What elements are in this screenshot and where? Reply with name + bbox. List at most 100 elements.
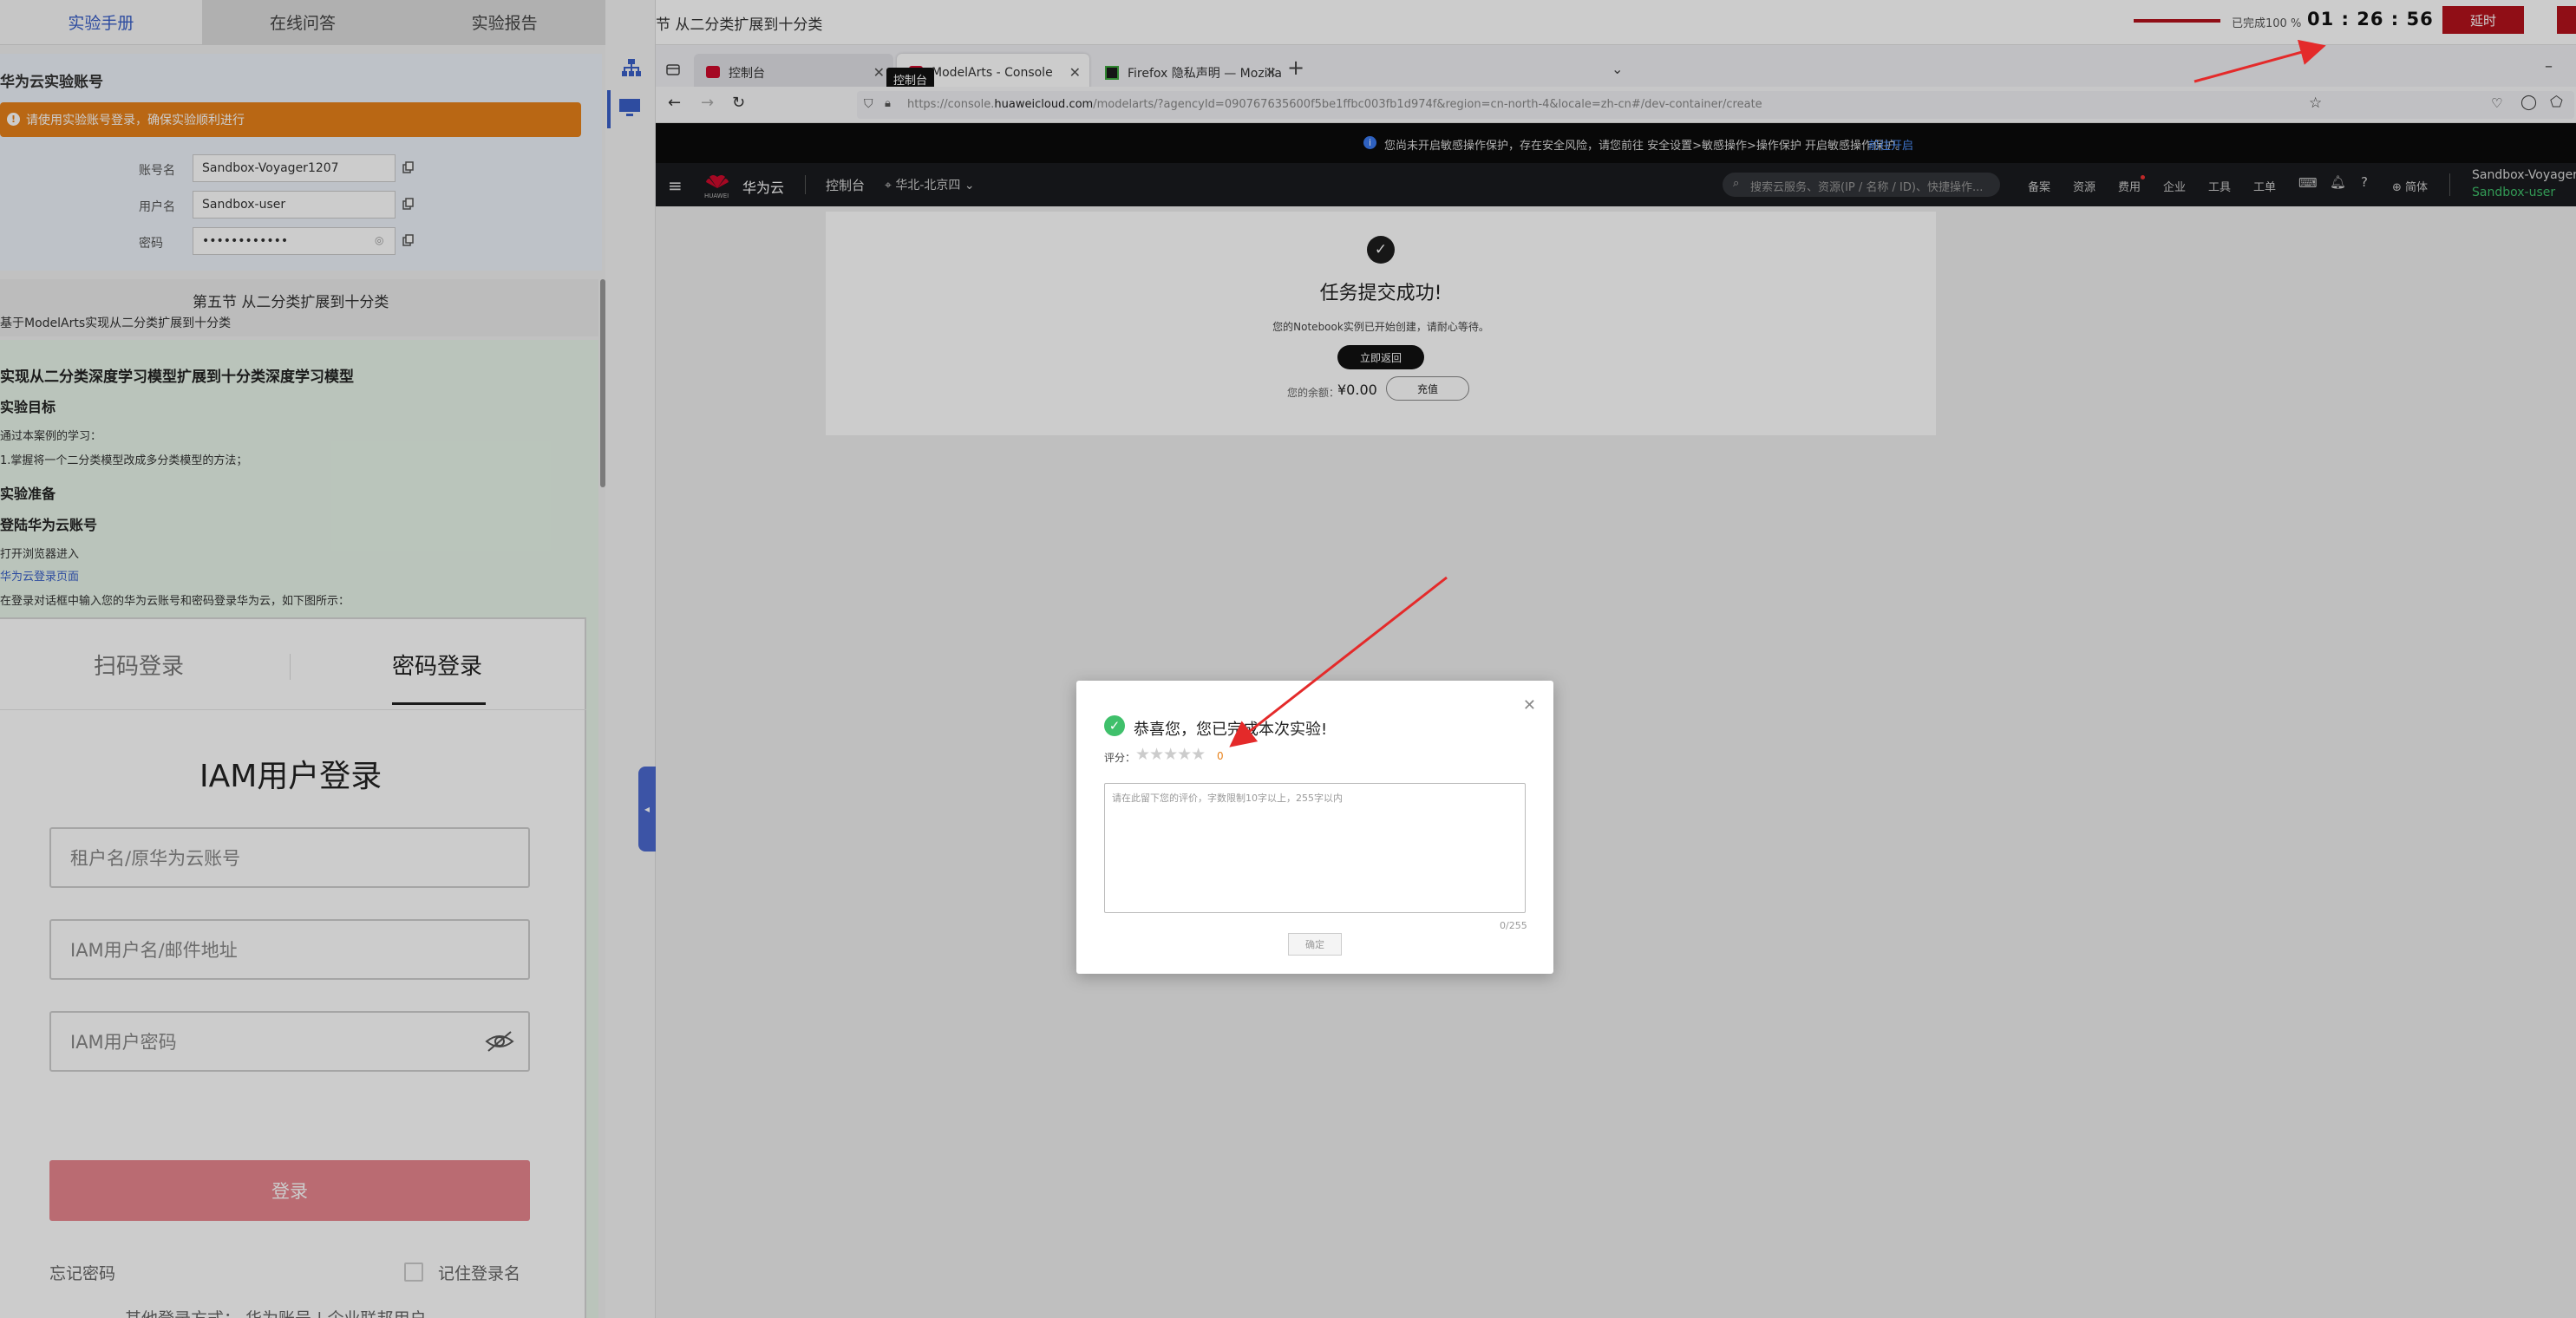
url-prefix: https://console. — [907, 98, 995, 111]
account-value[interactable]: Sandbox-Voyager1207 — [193, 154, 396, 182]
close-tab-icon[interactable]: ✕ — [1069, 64, 1081, 81]
copy-icon[interactable] — [402, 161, 415, 173]
password-value[interactable]: •••••••••••• — [193, 227, 396, 255]
forward-icon[interactable]: → — [701, 94, 714, 112]
return-button[interactable]: 立即返回 — [1337, 345, 1424, 369]
section-header: 第五节 从二分类扩展到十分类 基于ModelArts实现从二分类扩展到十分类 — [0, 279, 598, 336]
feedback-textarea[interactable]: 请在此留下您的评价，字数限制10字以上，255字以内 — [1104, 783, 1526, 913]
tab-border — [0, 709, 586, 710]
nav-filing[interactable]: 备案 — [2028, 178, 2050, 194]
menu-icon[interactable]: ≡ — [668, 175, 683, 196]
completion-dialog: ✕ ✓ 恭喜您，您已完成本次实验! 评分： ★★★★★ 0 请在此留下您的评价，… — [1076, 681, 1553, 974]
login-screenshot: 扫码登录 密码登录 IAM用户登录 租户名/原华为云账号 IAM用户名/邮件地址… — [0, 617, 586, 1318]
side-toolbar: ◂ — [605, 0, 656, 1318]
copy-icon[interactable] — [402, 234, 415, 246]
close-tab-icon[interactable]: ✕ — [1265, 64, 1277, 81]
desktop-icon[interactable] — [618, 97, 642, 118]
terminal-icon[interactable]: ⌨ — [2298, 175, 2318, 191]
nav-bar: ← → ↻ ⛉ 🔒︎ https://console.huaweicloud.c… — [656, 87, 2576, 123]
password-label: 密码 — [139, 237, 163, 251]
goal-intro: 通过本案例的学习： — [0, 430, 102, 443]
eye-off-icon — [485, 1030, 514, 1053]
success-title: 任务提交成功! — [1319, 283, 1442, 304]
copy-icon[interactable] — [402, 198, 415, 210]
iam-user-field: IAM用户名/邮件地址 — [49, 919, 530, 980]
tab-list-chevron-icon[interactable]: ⌄ — [1612, 61, 1623, 77]
url-bar[interactable]: ⛉ 🔒︎ https://console.huaweicloud.com/mod… — [857, 91, 2574, 119]
login-button: 登录 — [49, 1160, 530, 1221]
end-button[interactable] — [2557, 6, 2576, 34]
nav-enterprise[interactable]: 企业 — [2163, 178, 2186, 194]
warning-banner: ! 请使用实验账号登录，确保实验顺利进行 — [0, 102, 581, 137]
url-suffix: /modelarts/?agencyId=090767635600f5be1ff… — [1093, 98, 1762, 111]
browser-window: 控制台 ✕ ModelArts - Console ✕ Firefox 隐私声明… — [656, 45, 2576, 1318]
tab-password-login: 密码登录 — [392, 654, 483, 680]
login-page-link[interactable]: 华为云登录页面 — [0, 567, 79, 584]
console-link[interactable]: 控制台 — [826, 176, 865, 194]
nav-tools[interactable]: 工具 — [2208, 178, 2231, 194]
warning-icon: ! — [7, 113, 20, 126]
rating-stars[interactable]: ★★★★★ — [1135, 745, 1206, 764]
tab-online-qa[interactable]: 在线问答 — [201, 0, 404, 44]
nav-billing[interactable]: 费用 — [2118, 178, 2141, 194]
recharge-button[interactable]: 充值 — [1386, 376, 1469, 401]
bell-icon[interactable]: 🔔︎ — [2330, 174, 2346, 190]
org-chart-icon[interactable] — [621, 57, 642, 78]
back-icon[interactable]: ← — [668, 94, 681, 112]
content-heading: 实现从二分类深度学习模型扩展到十分类深度学习模型 — [0, 369, 354, 386]
close-tab-icon[interactable]: ✕ — [873, 64, 885, 81]
bookmark-star-icon[interactable]: ☆ — [2309, 95, 2322, 112]
balance-amount: ¥0.00 — [1337, 382, 1377, 398]
login-title: IAM用户登录 — [199, 759, 382, 794]
minimize-icon[interactable]: – — [2545, 57, 2553, 75]
confirm-button[interactable]: 确定 — [1288, 933, 1342, 956]
new-tab-icon[interactable]: + — [1287, 55, 1304, 80]
tab-lab-report[interactable]: 实验报告 — [403, 0, 606, 44]
tab-divider — [290, 654, 291, 680]
brand-sub: HUAWEI — [704, 192, 729, 199]
progress-label: 已完成100 % — [2232, 17, 2302, 30]
other-login-methods: 其他登录方式： 华为账号 | 企业联邦用户 — [125, 1306, 427, 1318]
reload-icon[interactable]: ↻ — [732, 94, 745, 112]
account-icon[interactable]: ◯ — [2520, 94, 2537, 111]
balance-label: 您的余额： — [1287, 387, 1340, 399]
nav-tickets[interactable]: 工单 — [2253, 178, 2276, 194]
region-selector[interactable]: ⌖ 华北-北京四 ⌄ — [885, 176, 975, 193]
security-notice-bar: i 您尚未开启敏感操作保护，存在安全风险，请您前往 安全设置>敏感操作>操作保护… — [656, 123, 2576, 163]
notice-link[interactable]: 前往开启 — [1868, 136, 1913, 153]
lab-header: 第五节 从二分类扩展到十分类 已完成100 % 01 : 26 : 56 延时 — [605, 0, 2576, 45]
progress-fill — [2134, 19, 2220, 23]
close-icon[interactable]: ✕ — [1523, 696, 1536, 714]
goal-item: 1.掌握将一个二分类模型改成多分类模型的方法； — [0, 454, 248, 467]
char-counter: 0/255 — [1500, 920, 1527, 931]
tab-overview-icon[interactable] — [666, 62, 680, 76]
browser-tab-title: ModelArts - Console — [932, 66, 1053, 80]
extensions-icon[interactable]: ⬠ — [2550, 94, 2563, 111]
mozilla-favicon — [1105, 66, 1119, 80]
extend-button[interactable]: 延时 — [2442, 6, 2524, 34]
lab-manual-panel: 华为云实验账号 ! 请使用实验账号登录，确保实验顺利进行 账号名 Sandbox… — [0, 45, 605, 1318]
console-search[interactable]: ⌕ 搜索云服务、资源(IP / 名称 / ID)、快捷操作... — [1723, 173, 2000, 197]
url-text: https://console.huaweicloud.com/modelart… — [907, 98, 1762, 111]
pocket-icon[interactable]: ♡ — [2491, 95, 2502, 111]
eye-icon[interactable]: ◎ — [375, 234, 383, 246]
tab-lab-manual[interactable]: 实验手册 — [0, 0, 202, 44]
huawei-logo[interactable] — [704, 172, 730, 189]
shield-icon[interactable]: ⛉ — [864, 97, 873, 111]
manual-tabs: 实验手册 在线问答 实验报告 — [0, 0, 606, 45]
nav-resources[interactable]: 资源 — [2073, 178, 2095, 194]
login-heading: 登陆华为云账号 — [0, 517, 98, 533]
account-heading: 华为云实验账号 — [0, 74, 103, 91]
section-title: 第五节 从二分类扩展到十分类 — [193, 294, 389, 311]
help-icon[interactable]: ? — [2361, 174, 2368, 190]
console-header: ≡ HUAWEI 华为云 控制台 ⌖ 华北-北京四 ⌄ ⌕ 搜索云服务、资源(I… — [656, 163, 2576, 206]
progress-bar — [2134, 19, 2220, 23]
account-name[interactable]: Sandbox-Voyager1 — [2472, 168, 2576, 182]
tab-strip: 控制台 ✕ ModelArts - Console ✕ Firefox 隐私声明… — [656, 45, 2576, 92]
collapse-handle[interactable]: ◂ — [638, 767, 656, 851]
account-label: 账号名 — [139, 164, 175, 178]
warning-text: 请使用实验账号登录，确保实验顺利进行 — [26, 114, 245, 127]
language-switch[interactable]: ⊕ 简体 — [2392, 178, 2428, 194]
username-value[interactable]: Sandbox-user — [193, 191, 396, 219]
user-name[interactable]: Sandbox-user — [2472, 186, 2555, 199]
